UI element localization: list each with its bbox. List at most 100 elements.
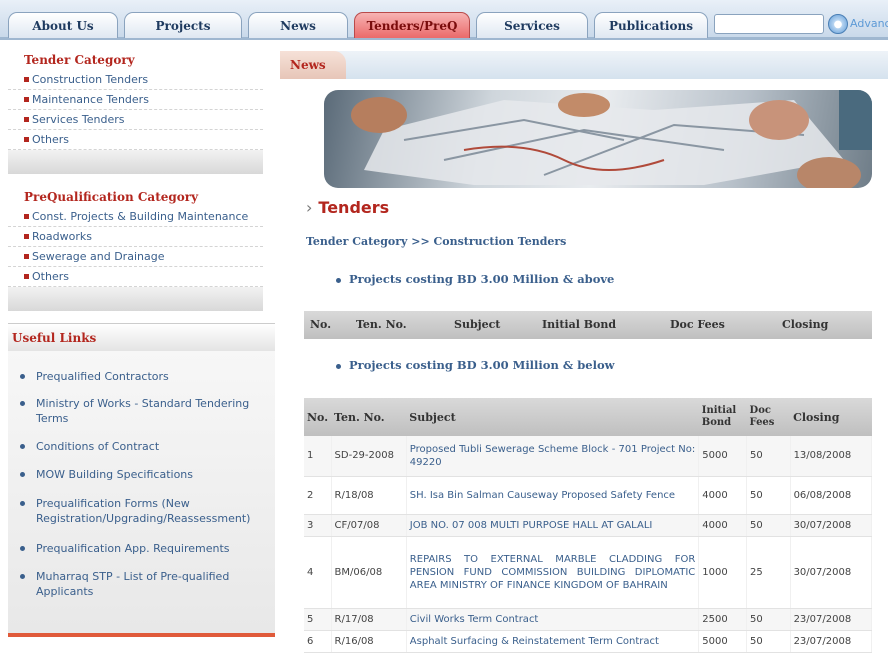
cell-no: 5 (304, 608, 332, 631)
col-header-subject: Subject (454, 318, 501, 331)
useful-links-title: Useful Links (8, 323, 275, 351)
link-muharraq-stp[interactable]: Muharraq STP - List of Pre-qualified App… (20, 569, 271, 599)
bullet-icon (336, 363, 341, 369)
col-header-closing: Closing (782, 318, 829, 331)
left-sidebar: Tender Category Construction Tenders Mai… (0, 43, 276, 659)
table-row[interactable]: 6 R/16/08 Asphalt Surfacing & Reinstatem… (304, 630, 873, 653)
sidebar-item-maintenance-tenders[interactable]: Maintenance Tenders (8, 90, 263, 110)
cell-doc-fees: 50 (746, 630, 791, 653)
cell-initial-bond: 4000 (698, 476, 748, 515)
col-header-subject: Subject (406, 398, 699, 436)
bullet-icon (24, 97, 29, 102)
section-title-below: Projects costing BD 3.00 Million & below (336, 358, 615, 372)
sidebar-item-services-tenders[interactable]: Services Tenders (8, 110, 263, 130)
link-tendering-terms[interactable]: Ministry of Works - Standard Tendering T… (20, 396, 271, 426)
news-tab-strip: News (280, 51, 888, 79)
panel-footer (8, 150, 263, 174)
cell-tender-no: CF/07/08 (331, 514, 407, 537)
cell-closing: 30/07/2008 (790, 536, 873, 609)
preq-category-panel: PreQualification Category Const. Project… (8, 188, 263, 311)
page-title: › Tenders (306, 198, 390, 217)
bullet-icon (24, 274, 29, 279)
link-prequalified-contractors[interactable]: Prequalified Contractors (20, 369, 271, 384)
sidebar-item-construction-tenders[interactable]: Construction Tenders (8, 70, 263, 90)
cell-subject-link[interactable]: JOB NO. 07 008 MULTI PURPOSE HALL AT GAL… (406, 514, 700, 537)
cell-subject-link[interactable]: Civil Works Term Contract (406, 608, 700, 631)
sidebar-item-sewerage[interactable]: Sewerage and Drainage (8, 247, 263, 267)
table-row[interactable]: 4 BM/06/08 REPAIRS TO EXTERNAL MARBLE CL… (304, 536, 873, 609)
cell-tender-no: SD-29-2008 (331, 436, 407, 477)
section-title-above: Projects costing BD 3.00 Million & above (336, 272, 614, 286)
bullet-icon (24, 234, 29, 239)
bullet-icon (24, 77, 29, 82)
cell-no: 3 (304, 514, 332, 537)
table-row[interactable]: 1 SD-29-2008 Proposed Tubli Sewerage Sch… (304, 436, 873, 477)
bullet-icon (20, 444, 25, 449)
bullet-icon (20, 374, 25, 379)
bullet-icon (20, 401, 25, 406)
cell-closing: 13/08/2008 (790, 436, 873, 477)
col-header-initial-bond: Initial Bond (698, 398, 747, 436)
table-header-above: No. Ten. No. Subject Initial Bond Doc Fe… (304, 311, 872, 339)
cell-initial-bond: 5000 (698, 630, 748, 653)
search-button[interactable]: ● (828, 14, 848, 34)
link-prequalification-forms[interactable]: Prequalification Forms (New Registration… (20, 496, 271, 526)
cell-tender-no: R/18/08 (331, 476, 407, 515)
cell-subject-link[interactable]: REPAIRS TO EXTERNAL MARBLE CLADDING FOR … (406, 536, 700, 609)
table-row[interactable]: 2 R/18/08 SH. Isa Bin Salman Causeway Pr… (304, 476, 873, 515)
bullet-icon (24, 254, 29, 259)
bullet-icon (24, 214, 29, 219)
chevron-right-icon: › (306, 198, 313, 217)
link-building-specifications[interactable]: MOW Building Specifications (20, 467, 271, 482)
cell-closing: 23/07/2008 (790, 608, 873, 631)
table-row[interactable]: 3 CF/07/08 JOB NO. 07 008 MULTI PURPOSE … (304, 514, 873, 537)
cell-doc-fees: 50 (746, 436, 791, 477)
tender-category-title: Tender Category (24, 53, 135, 67)
cell-closing: 23/07/2008 (790, 630, 873, 653)
table-row[interactable]: 5 R/17/08 Civil Works Term Contract 2500… (304, 608, 873, 631)
bullet-icon (20, 546, 25, 551)
tender-category-panel: Tender Category Construction Tenders Mai… (8, 51, 263, 174)
table-header-row: No. Ten. No. Subject Initial Bond Doc Fe… (304, 398, 872, 436)
tab-projects[interactable]: Projects (124, 12, 242, 38)
col-header-doc-fees: Doc Fees (746, 398, 791, 436)
cell-doc-fees: 50 (746, 514, 791, 537)
sidebar-item-others-tenders[interactable]: Others (8, 130, 263, 150)
sidebar-item-roadworks[interactable]: Roadworks (8, 227, 263, 247)
cell-no: 2 (304, 476, 332, 515)
col-header-doc-fees: Doc Fees (670, 318, 725, 331)
construction-plans-photo (351, 90, 872, 188)
tab-publications[interactable]: Publications (594, 12, 708, 38)
cell-no: 4 (304, 536, 332, 609)
bullet-icon (24, 117, 29, 122)
cell-subject-link[interactable]: SH. Isa Bin Salman Causeway Proposed Saf… (406, 476, 700, 515)
col-header-closing: Closing (790, 398, 872, 436)
tenders-table: No. Ten. No. Subject Initial Bond Doc Fe… (304, 398, 873, 653)
col-header-ten-no: Ten. No. (356, 318, 407, 331)
bullet-icon (20, 501, 25, 506)
cell-no: 1 (304, 436, 332, 477)
sidebar-item-others-preq[interactable]: Others (8, 267, 263, 287)
banner-image (324, 90, 872, 188)
cell-tender-no: R/17/08 (331, 608, 407, 631)
cell-no: 6 (304, 630, 332, 653)
col-header-no: No. (304, 398, 332, 436)
tab-news-section[interactable]: News (280, 51, 346, 79)
cell-doc-fees: 50 (746, 476, 791, 515)
bullet-icon (336, 277, 341, 283)
advanced-search-link[interactable]: Advanced (850, 17, 888, 30)
top-nav-bar: About Us Projects News Tenders/PreQ Serv… (0, 0, 888, 40)
tab-news[interactable]: News (248, 12, 348, 38)
bullet-icon (24, 137, 29, 142)
breadcrumb[interactable]: Tender Category >> Construction Tenders (306, 235, 566, 248)
cell-subject-link[interactable]: Proposed Tubli Sewerage Scheme Block - 7… (406, 436, 700, 477)
tab-about-us[interactable]: About Us (8, 12, 118, 38)
search-icon: ● (833, 18, 843, 30)
link-conditions-of-contract[interactable]: Conditions of Contract (20, 439, 271, 454)
link-prequalification-requirements[interactable]: Prequalification App. Requirements (20, 541, 271, 556)
tab-tenders-preq[interactable]: Tenders/PreQ (354, 12, 470, 38)
search-input[interactable] (714, 14, 824, 34)
tab-services[interactable]: Services (476, 12, 588, 38)
cell-subject-link[interactable]: Asphalt Surfacing & Reinstatement Term C… (406, 630, 700, 653)
sidebar-item-const-projects[interactable]: Const. Projects & Building Maintenance (8, 207, 263, 227)
